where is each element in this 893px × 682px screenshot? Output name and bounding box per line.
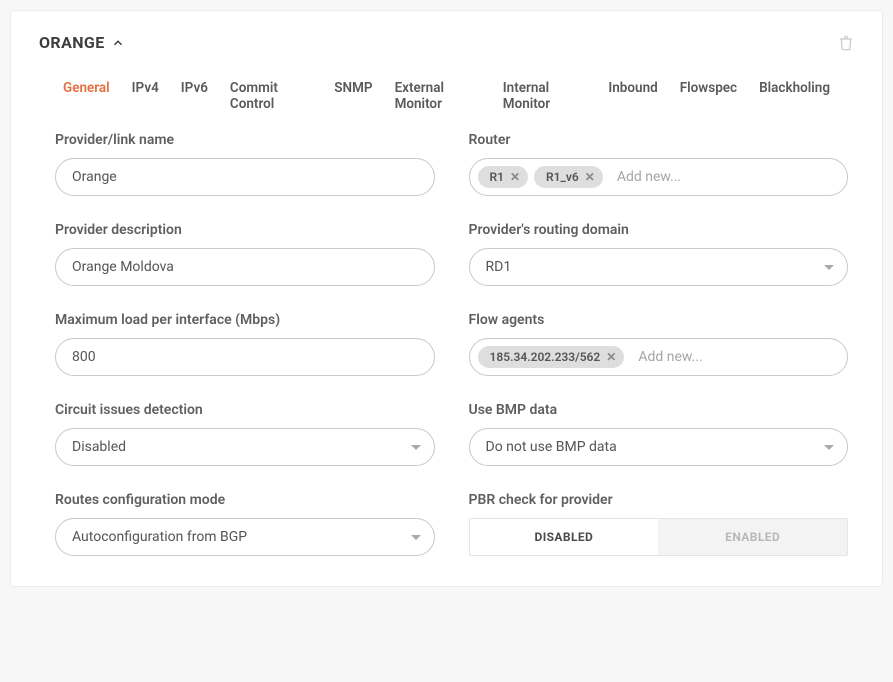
label-flow-agents: Flow agents <box>469 312 849 328</box>
tab-internal-monitor[interactable]: Internal Monitor <box>503 80 587 112</box>
tab-commit-control[interactable]: Commit Control <box>230 80 312 112</box>
provider-name-input[interactable] <box>55 158 435 196</box>
tab-ipv6[interactable]: IPv6 <box>181 80 208 112</box>
form-grid: Provider/link name Router R1 ✕ R1_v6 ✕ P… <box>11 132 882 556</box>
routes-mode-value: Autoconfiguration from BGP <box>72 529 247 545</box>
tabs: General IPv4 IPv6 Commit Control SNMP Ex… <box>11 80 882 112</box>
close-icon[interactable]: ✕ <box>585 171 595 183</box>
router-tag-label: R1_v6 <box>546 170 579 184</box>
label-router: Router <box>469 132 849 148</box>
routing-domain-value: RD1 <box>486 259 512 275</box>
flow-agents-add-input[interactable] <box>630 345 839 369</box>
close-icon[interactable]: ✕ <box>510 171 520 183</box>
label-provider-description: Provider description <box>55 222 435 238</box>
provider-panel: ORANGE General IPv4 IPv6 Commit Control … <box>10 10 883 587</box>
tab-ipv4[interactable]: IPv4 <box>132 80 159 112</box>
router-tag: R1 ✕ <box>478 166 529 188</box>
router-tag: R1_v6 ✕ <box>534 166 603 188</box>
label-use-bmp: Use BMP data <box>469 402 849 418</box>
label-max-load: Maximum load per interface (Mbps) <box>55 312 435 328</box>
tab-blackholing[interactable]: Blackholing <box>759 80 830 112</box>
panel-header: ORANGE <box>11 33 882 52</box>
flow-agent-tag-label: 185.34.202.233/562 <box>490 350 601 364</box>
label-routes-mode: Routes configuration mode <box>55 492 435 508</box>
panel-toggle[interactable]: ORANGE <box>39 33 125 52</box>
field-provider-description: Provider description <box>55 222 435 286</box>
pbr-disabled-option[interactable]: DISABLED <box>470 519 659 555</box>
circuit-issues-select[interactable]: Disabled <box>55 428 435 466</box>
router-tag-label: R1 <box>490 170 504 184</box>
field-flow-agents: Flow agents 185.34.202.233/562 ✕ <box>469 312 849 376</box>
tab-flowspec[interactable]: Flowspec <box>680 80 737 112</box>
router-tag-input[interactable]: R1 ✕ R1_v6 ✕ <box>469 158 849 196</box>
tab-general[interactable]: General <box>63 80 110 112</box>
circuit-issues-value: Disabled <box>72 439 126 455</box>
use-bmp-value: Do not use BMP data <box>486 439 617 455</box>
routing-domain-select[interactable]: RD1 <box>469 248 849 286</box>
field-routing-domain: Provider's routing domain RD1 <box>469 222 849 286</box>
pbr-enabled-option[interactable]: ENABLED <box>658 519 847 555</box>
label-circuit-issues: Circuit issues detection <box>55 402 435 418</box>
trash-icon[interactable] <box>838 34 854 52</box>
pbr-check-toggle: DISABLED ENABLED <box>469 518 849 556</box>
tab-inbound[interactable]: Inbound <box>608 80 657 112</box>
tab-external-monitor[interactable]: External Monitor <box>395 80 481 112</box>
provider-description-input[interactable] <box>55 248 435 286</box>
field-use-bmp: Use BMP data Do not use BMP data <box>469 402 849 466</box>
field-circuit-issues: Circuit issues detection Disabled <box>55 402 435 466</box>
label-routing-domain: Provider's routing domain <box>469 222 849 238</box>
field-max-load: Maximum load per interface (Mbps) <box>55 312 435 376</box>
flow-agent-tag: 185.34.202.233/562 ✕ <box>478 346 625 368</box>
max-load-input[interactable] <box>55 338 435 376</box>
field-provider-name: Provider/link name <box>55 132 435 196</box>
label-pbr-check: PBR check for provider <box>469 492 849 508</box>
panel-title-text: ORANGE <box>39 33 105 52</box>
label-provider-name: Provider/link name <box>55 132 435 148</box>
field-routes-mode: Routes configuration mode Autoconfigurat… <box>55 492 435 556</box>
chevron-up-icon <box>111 36 125 50</box>
close-icon[interactable]: ✕ <box>606 351 616 363</box>
field-pbr-check: PBR check for provider DISABLED ENABLED <box>469 492 849 556</box>
use-bmp-select[interactable]: Do not use BMP data <box>469 428 849 466</box>
tab-snmp[interactable]: SNMP <box>334 80 372 112</box>
router-add-input[interactable] <box>609 165 839 189</box>
flow-agents-tag-input[interactable]: 185.34.202.233/562 ✕ <box>469 338 849 376</box>
routes-mode-select[interactable]: Autoconfiguration from BGP <box>55 518 435 556</box>
field-router: Router R1 ✕ R1_v6 ✕ <box>469 132 849 196</box>
